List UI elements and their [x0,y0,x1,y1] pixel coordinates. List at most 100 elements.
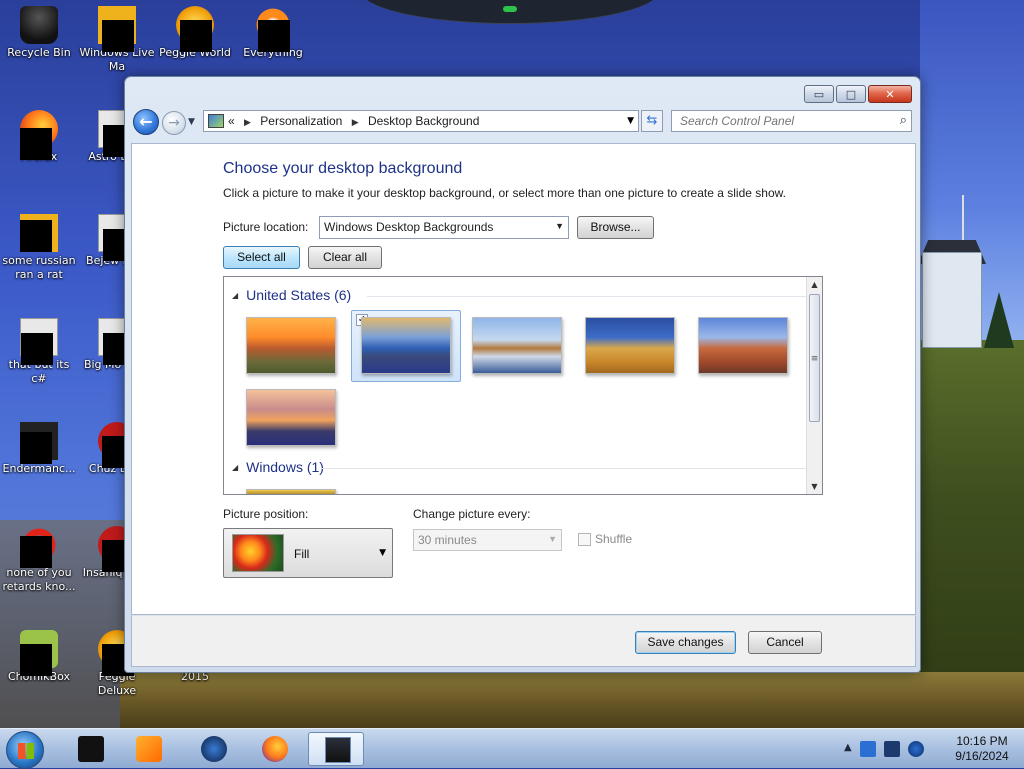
scroll-up-icon[interactable]: ▲ [807,277,822,292]
refresh-icon[interactable]: ⇆ [641,110,663,132]
opera-icon [20,526,58,568]
group-header-united-states[interactable]: ◢ United States (6) [232,287,807,303]
collapse-triangle-icon[interactable]: ◢ [232,291,238,300]
cancel-button[interactable]: Cancel [748,631,822,654]
address-dropdown-icon[interactable]: ▼ [627,116,634,126]
caption-buttons: ▭ □ ✕ [804,85,912,103]
device-led [503,6,517,12]
system-tray: ▲ 10:16 PM 9/16/2024 [834,729,1024,769]
wallpaper-thumbnail[interactable] [472,317,562,374]
desktop-icon-russian-rat[interactable]: some russian ran a rat [1,214,77,282]
chevron-right-icon[interactable]: ▶ [352,117,359,127]
action-center-icon[interactable] [884,741,900,757]
taskbar-item-globe[interactable] [185,732,241,766]
wallpaper-thumbnail-selected[interactable]: ✓ [351,310,461,382]
wallpaper-thumbnail [361,317,451,374]
scroll-thumb[interactable]: ≡ [809,294,820,422]
windows-logo-icon [18,743,34,759]
breadcrumb-desktop-background[interactable]: Desktop Background [368,114,479,128]
desktop-icon-chomikbox[interactable]: ChomikBox [1,630,77,684]
scroll-down-icon[interactable]: ▼ [807,479,822,494]
clock-time: 10:16 PM [956,734,1008,748]
everything-search-icon [254,6,292,52]
wallpaper-thumbnail[interactable] [698,317,788,374]
window-app-icon [20,422,58,464]
chomikbox-icon [20,630,58,676]
desktop-icon-everything[interactable]: Everything [235,6,311,60]
desktop-icon-none-of-you[interactable]: none of you retards kno... [1,526,77,594]
wallpaper-thumbnail[interactable] [246,389,336,446]
desktop-background-window: ▭ □ ✕ ← → ▼ « ▶ Personalization ▶ Deskto… [124,76,921,673]
picture-position-label: Picture position: [223,507,309,521]
taskbar-item-media-player[interactable] [120,732,176,766]
desktop-icon-endermanch[interactable]: Endermanc... [1,422,77,476]
taskbar-item-control-panel[interactable] [308,732,364,766]
taskbar-item-firefox[interactable] [246,732,302,766]
desktop-icon-peggle-world[interactable]: Peggle World [157,6,233,60]
change-picture-select[interactable]: 30 minutes ▼ [413,529,562,551]
taskbar: ▲ 10:16 PM 9/16/2024 [0,728,1024,769]
breadcrumb: « ▶ Personalization ▶ Desktop Background [228,114,479,128]
control-panel-icon [208,114,224,128]
breadcrumb-personalization[interactable]: Personalization [260,114,342,128]
wallpaper-house [922,252,982,348]
search-input[interactable] [678,113,883,129]
group-title: Windows (1) [246,459,324,475]
picture-location-select[interactable]: Windows Desktop Backgrounds ▼ [319,216,569,239]
desktop-icon-recycle-bin[interactable]: Recycle Bin [1,6,77,60]
clear-all-button[interactable]: Clear all [308,246,382,269]
vertical-scrollbar[interactable]: ▲ ≡ ▼ [806,277,822,494]
flower-preview-icon [232,534,284,572]
network-icon[interactable] [860,741,876,757]
browse-button[interactable]: Browse... [577,216,654,239]
wallpaper-thumbnail[interactable] [246,317,336,374]
windows-live-icon [98,6,136,52]
recent-pages-dropdown-icon[interactable]: ▼ [188,117,195,127]
search-icon[interactable]: ⌕ [900,113,907,128]
start-button[interactable] [6,731,44,769]
chevron-down-icon: ▼ [379,548,386,558]
media-player-icon [136,736,162,762]
group-divider [322,468,807,469]
search-box[interactable]: ⌕ [671,110,912,132]
minimize-button[interactable]: ▭ [804,85,834,103]
change-picture-label: Change picture every: [413,507,531,521]
forward-arrow-icon[interactable]: → [162,111,186,135]
select-all-button[interactable]: Select all [223,246,300,269]
breadcrumb-overflow[interactable]: « [228,114,235,128]
firefox-icon [262,736,288,762]
desktop-icon-firefox[interactable]: Firefox [1,110,77,164]
clock[interactable]: 10:16 PM 9/16/2024 [942,734,1022,764]
maximize-button[interactable]: □ [836,85,866,103]
picture-gallery: ◢ United States (6) ✓ ◢ Windows (1) ▲ [223,276,823,495]
change-picture-value: 30 minutes [418,533,477,547]
page-title: Choose your desktop background [223,160,463,177]
save-changes-button[interactable]: Save changes [635,631,736,654]
wallpaper-field [120,672,1024,728]
desktop-icon-windows-live[interactable]: Windows Live Ma [79,6,155,74]
close-button[interactable]: ✕ [868,85,912,103]
peggle-icon [176,6,214,52]
picture-position-select[interactable]: Fill ▼ [223,528,393,578]
desktop-icon-label: some russian ran a rat [2,254,76,281]
chevron-down-icon: ▼ [548,534,557,544]
address-bar[interactable]: « ▶ Personalization ▶ Desktop Background… [203,110,639,132]
chevron-right-icon[interactable]: ▶ [244,117,251,127]
picture-location-label: Picture location: [223,220,309,234]
monitor-icon [325,737,351,763]
firefox-icon [20,110,58,160]
wallpaper-thumbnail[interactable] [246,489,336,494]
group-header-windows[interactable]: ◢ Windows (1) [232,459,807,475]
wallpaper-thumbnail[interactable] [585,317,675,374]
collapse-triangle-icon[interactable]: ◢ [232,463,238,472]
group-title: United States (6) [246,287,352,303]
show-hidden-icons-icon[interactable]: ▲ [844,742,852,753]
checkbox-icon[interactable] [578,532,591,546]
back-arrow-icon[interactable]: ← [133,109,159,135]
copy-files-icon [20,318,58,365]
volume-icon[interactable] [908,741,924,757]
taskbar-item-app[interactable] [62,732,118,766]
top-device-graphic [360,0,660,24]
desktop-icon-that-but-its-csharp[interactable]: that but its c# [1,318,77,386]
shuffle-checkbox[interactable]: Shuffle [578,532,632,546]
